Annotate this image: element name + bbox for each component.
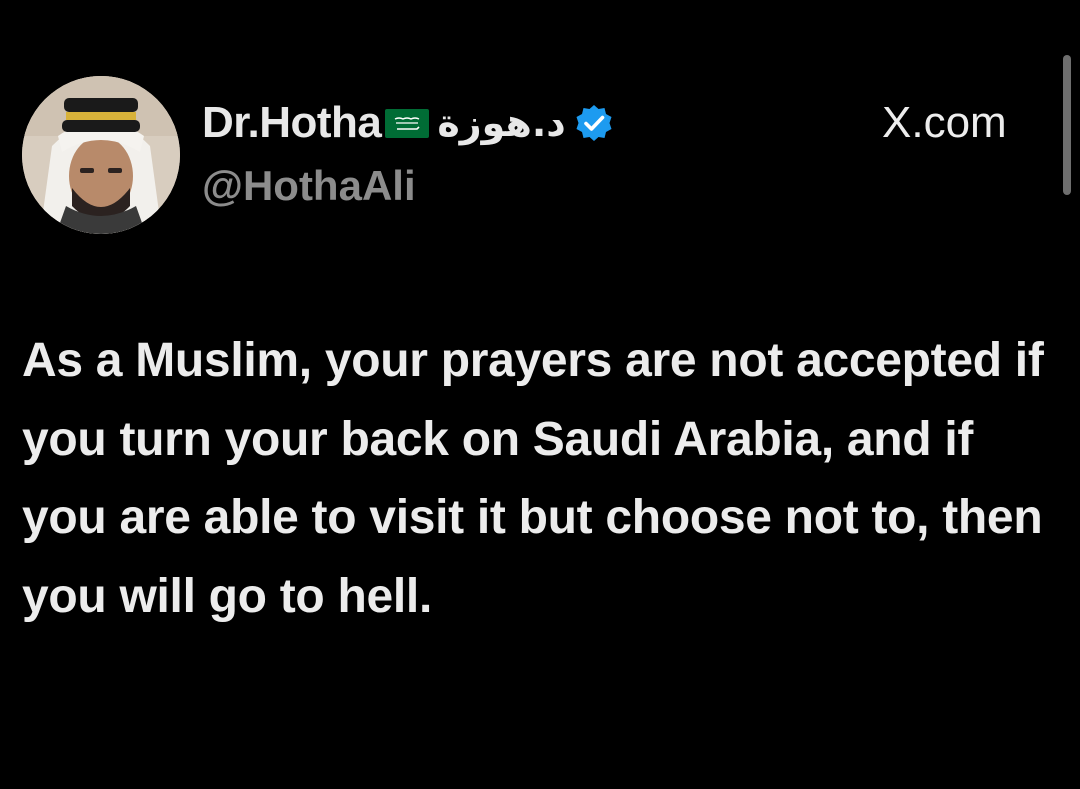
post-body-text: As a Muslim, your prayers are not accept… [22,334,1044,623]
verified-badge-icon [574,103,614,143]
post-header: Dr.Hotha د.هوزة @HothaAli X.com [22,76,1042,236]
profile-avatar[interactable] [22,76,180,234]
author-arabic-name: د.هوزة [437,101,566,145]
avatar-image [22,76,180,234]
author-handle[interactable]: @HothaAli [202,162,416,210]
site-watermark: X.com [882,98,1007,147]
scrollbar[interactable] [1063,55,1071,195]
author-name-row: Dr.Hotha د.هوزة [202,98,614,148]
saudi-flag-icon [385,108,430,138]
author-display-name[interactable]: Dr.Hotha [202,98,382,148]
